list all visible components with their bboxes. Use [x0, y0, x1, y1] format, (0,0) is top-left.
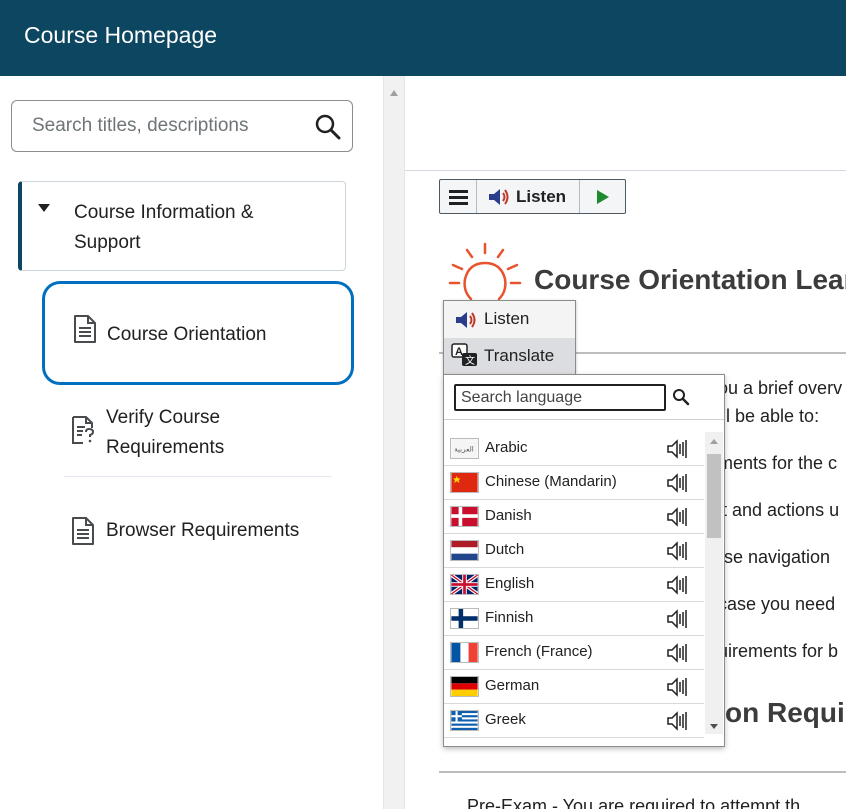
language-name: Finnish — [485, 609, 534, 626]
speaker-sound-icon[interactable] — [666, 643, 688, 663]
speaker-sound-icon[interactable] — [666, 711, 688, 731]
language-search-input[interactable] — [459, 387, 659, 408]
greece-flag-icon — [450, 710, 479, 731]
language-name: Danish — [485, 507, 532, 524]
play-button[interactable] — [580, 180, 625, 213]
translate-icon: A 文 — [451, 343, 477, 367]
uk-flag-icon — [450, 574, 479, 595]
language-row-finnish[interactable]: Finnish — [444, 602, 704, 636]
hamburger-bar — [449, 202, 468, 205]
caret-down-icon[interactable] — [38, 204, 50, 212]
divider — [64, 476, 332, 477]
readspeaker-menu: Listen A 文 Translate — [443, 300, 576, 374]
svg-text:العربية: العربية — [454, 445, 474, 454]
section-heading: on Requir — [725, 697, 846, 728]
speaker-icon — [456, 312, 476, 328]
content-divider — [405, 170, 846, 171]
hamburger-bar — [449, 196, 468, 199]
speaker-sound-icon[interactable] — [666, 507, 688, 527]
arabic-flag-icon: العربية — [450, 438, 479, 459]
topic-label: Verify Course Requirements — [106, 407, 225, 458]
scrollbar-thumb[interactable] — [707, 454, 721, 538]
scroll-up-arrow-icon[interactable] — [390, 90, 398, 96]
language-name: Arabic — [485, 439, 528, 456]
language-row-danish[interactable]: Danish — [444, 500, 704, 534]
finland-flag-icon — [450, 608, 479, 629]
menu-item-label: Translate — [484, 346, 555, 365]
body-text: rse navigation — [718, 547, 831, 567]
play-icon — [597, 190, 609, 204]
topic-label: Course Orientation — [107, 324, 267, 345]
language-name: Greek — [485, 711, 526, 728]
page-heading: Course Orientation Learn — [534, 264, 846, 295]
language-search-field[interactable] — [454, 384, 666, 411]
search-icon[interactable] — [672, 388, 690, 406]
menu-item-listen[interactable]: Listen — [444, 301, 575, 337]
module-course-information[interactable]: Course Information & Support — [18, 181, 346, 271]
china-flag-icon — [450, 472, 479, 493]
menu-button[interactable] — [440, 180, 477, 213]
module-label: Course Information & Support — [74, 202, 254, 253]
search-field[interactable] — [11, 100, 353, 152]
topic-course-orientation[interactable]: Course Orientation — [42, 281, 354, 385]
language-row-chinese[interactable]: Chinese (Mandarin) — [444, 466, 704, 500]
scroll-down-arrow-icon[interactable] — [710, 724, 718, 729]
language-name: Dutch — [485, 541, 525, 558]
body-text: ou a brief overv — [718, 378, 843, 398]
search-icon[interactable] — [314, 113, 342, 141]
sidebar-scrollbar[interactable] — [383, 76, 405, 809]
document-icon — [74, 315, 96, 343]
language-name: Chinese (Mandarin) — [485, 473, 617, 490]
body-text: ll be able to: — [722, 406, 820, 426]
speaker-sound-icon[interactable] — [666, 541, 688, 561]
language-list-scrollbar[interactable] — [705, 432, 723, 734]
speaker-sound-icon[interactable] — [666, 575, 688, 595]
language-row-greek[interactable]: Greek — [444, 704, 704, 738]
scroll-up-arrow-icon[interactable] — [710, 439, 718, 444]
speaker-sound-icon[interactable] — [666, 473, 688, 493]
topic-browser-requirements[interactable]: Browser Requirements — [64, 516, 332, 550]
body-text: Pre-Exam - You are required to attempt t… — [467, 796, 801, 809]
language-name: German — [485, 677, 540, 694]
topic-verify-course-requirements[interactable]: Verify Course Requirements — [64, 401, 332, 465]
netherlands-flag-icon — [450, 540, 479, 561]
content-rule — [439, 771, 846, 773]
body-text: uirements for b — [718, 641, 839, 661]
germany-flag-icon — [450, 676, 479, 697]
denmark-flag-icon — [450, 506, 479, 527]
language-name: English — [485, 575, 535, 592]
hamburger-bar — [449, 190, 468, 193]
divider — [444, 419, 724, 420]
svg-text:A: A — [455, 346, 463, 358]
listen-label: Listen — [516, 187, 567, 206]
speaker-sound-icon[interactable] — [666, 677, 688, 697]
body-text: ments for the c — [718, 453, 838, 473]
search-input[interactable] — [30, 113, 300, 139]
france-flag-icon — [450, 642, 479, 663]
page-title: Course Homepage — [24, 22, 218, 48]
menu-item-label: Listen — [484, 309, 530, 328]
speaker-icon — [489, 189, 509, 205]
body-text: t and actions u — [722, 500, 840, 520]
readspeaker-toolbar: Listen — [439, 179, 626, 214]
language-row-english[interactable]: English — [444, 568, 704, 602]
document-icon — [72, 517, 94, 545]
speaker-sound-icon[interactable] — [666, 439, 688, 459]
language-row-arabic[interactable]: العربية Arabic — [444, 432, 704, 466]
menu-item-translate[interactable]: A 文 Translate — [444, 338, 575, 374]
language-row-dutch[interactable]: Dutch — [444, 534, 704, 568]
listen-button[interactable]: Listen — [477, 180, 580, 213]
body-text: case you need — [718, 594, 836, 614]
topic-label: Browser Requirements — [106, 520, 300, 541]
svg-text:文: 文 — [465, 354, 475, 367]
sidebar: Course Information & Support Course Orie… — [0, 76, 383, 809]
document-question-icon — [72, 416, 95, 444]
language-row-french[interactable]: French (France) — [444, 636, 704, 670]
language-row-german[interactable]: German — [444, 670, 704, 704]
language-name: French (France) — [485, 643, 593, 660]
speaker-sound-icon[interactable] — [666, 609, 688, 629]
language-panel: العربية Arabic Chinese (Mandarin) — [443, 374, 725, 747]
app-header: Course Homepage — [0, 0, 846, 76]
